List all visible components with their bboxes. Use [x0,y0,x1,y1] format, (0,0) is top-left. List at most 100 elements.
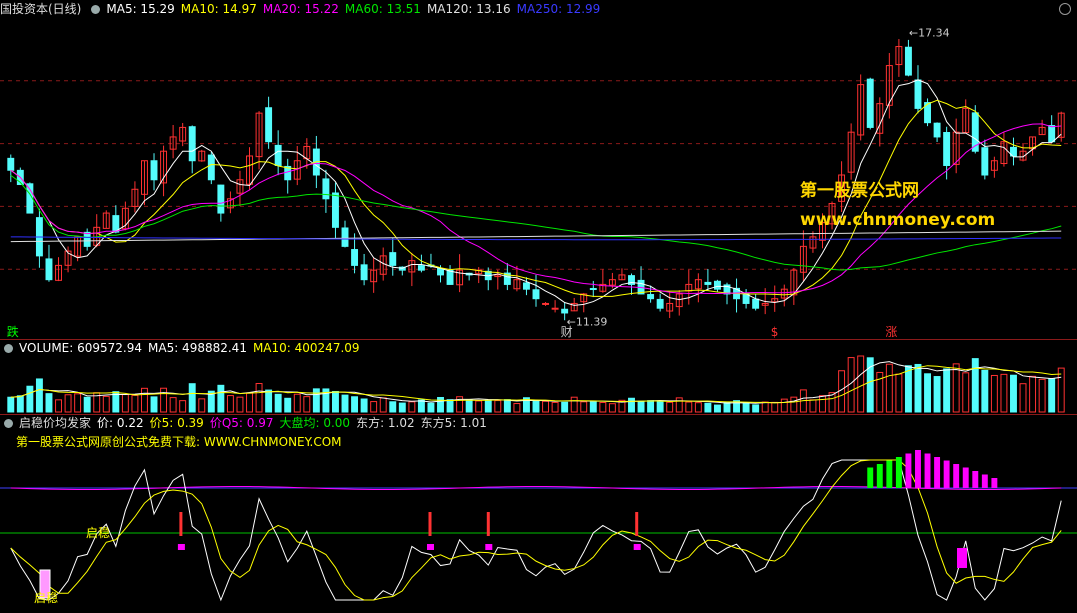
volume-bar [1029,375,1037,413]
volume-bar [217,384,225,413]
indicator-histogram-bar [953,464,960,488]
volume-bar [1010,374,1017,413]
candle-body [150,160,158,181]
candle-body [446,269,454,285]
volume-bar [437,397,444,413]
ma20-line [10,123,1062,294]
volume-bar [16,395,24,413]
candle-body [417,265,425,271]
volume-bar [580,401,588,413]
volume-bar [102,395,110,413]
volume-bar [360,398,368,413]
volume-bar [933,376,941,413]
volume-bar [694,402,702,413]
volume-bar [857,355,865,413]
indicator-histogram-bar [981,474,988,488]
volume-bar [608,403,616,413]
volume-bar [656,401,664,413]
volume-bar [790,396,798,413]
volume-bar [981,369,989,413]
volume-bar [379,397,387,413]
volume-bar [408,401,416,413]
ma250-line [10,236,1062,241]
volume-bar [303,396,311,413]
volume-bar [35,378,43,413]
candle-body [656,298,664,309]
volume-bar [780,398,788,413]
stock-chart-svg[interactable]: ←17.34←11.39跌财 $ 涨启稳启稳 [0,0,1077,613]
low-price-label: ←11.39 [567,315,608,328]
candle-body [904,46,912,76]
volume-bar [542,400,550,413]
indicator-histogram-bar [895,457,902,488]
candle-body [351,249,359,266]
volume-bar [55,399,62,413]
volume-bar [226,395,234,413]
candle-body [274,144,282,166]
event-zhang-label: 涨 [885,324,897,339]
candle-body [866,78,874,128]
volume-bar [7,396,15,413]
volume-bar [904,365,912,413]
volume-bar [188,383,196,413]
volume-ma10-line [10,365,1062,404]
volume-bar [809,399,817,413]
volume-bar [160,387,168,413]
volume-bar [484,399,492,413]
candle-body [45,258,53,281]
signal-base [485,544,493,550]
volume-bar [895,373,903,413]
volume-bar [943,368,951,413]
volume-bar [169,397,177,413]
volume-bar [1048,378,1056,413]
candle-body [83,231,91,247]
volume-bar [723,401,731,413]
volume-bar [1038,378,1046,413]
candle-body [589,288,597,291]
candle-body [561,308,569,314]
candle-body [704,281,712,285]
signal-base [177,544,185,550]
volume-bar [331,391,339,413]
volume-bar [351,396,359,413]
candle-body [389,252,397,266]
volume-bar [885,363,893,413]
candle-body [188,126,196,162]
volume-bar [713,404,721,413]
volume-ma5-line [10,361,1062,404]
candle-body [713,280,721,290]
volume-bar [370,401,378,413]
volume-bar [637,400,645,413]
volume-bar [389,401,397,413]
volume-bar [952,363,960,413]
candle-body [217,184,225,214]
indicator-white-line [10,459,1062,602]
event-cai-label: 财 [561,325,573,339]
event-die-label: 跌 [7,324,19,339]
candle-body [647,294,655,300]
volume-bar [255,383,263,413]
volume-bar [45,393,53,413]
event-s-label: $ [771,325,779,339]
candle-body [914,79,922,109]
signal-base [633,544,641,550]
candle-body [551,307,559,310]
candle-body [437,268,444,276]
volume-bar [771,401,779,413]
candle-body [331,192,339,228]
watermark-url: www.chnmoney.com [800,210,996,230]
volume-bar [475,400,483,413]
signal-base [427,544,434,550]
volume-bar [83,396,91,413]
indicator-histogram-bar [962,467,969,488]
volume-bar [427,402,435,413]
candle-body [322,178,330,200]
candle-body [522,282,530,290]
volume-bar [198,398,206,413]
volume-bar [1000,373,1008,413]
candle-body [360,264,368,281]
volume-bar [398,402,406,413]
volume-bar [26,385,34,413]
candle-body [341,227,349,247]
volume-bar [293,393,301,413]
